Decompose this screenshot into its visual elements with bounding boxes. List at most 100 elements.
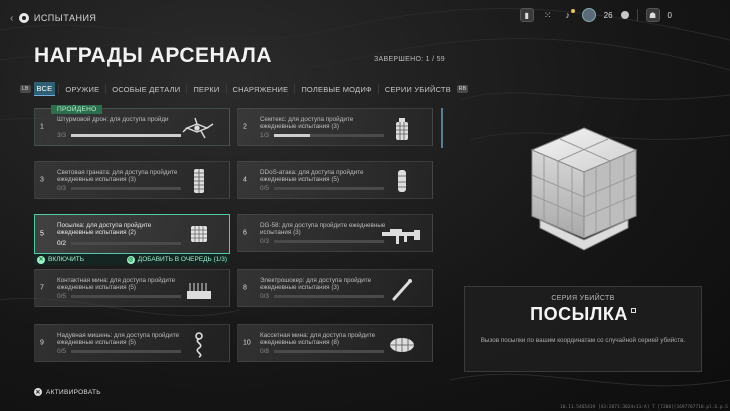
reward-number: 1 bbox=[40, 123, 44, 131]
add-to-queue-label: ДОБАВИТЬ В ОЧЕРЕДЬ (1/3) bbox=[137, 256, 227, 263]
tab-field-upgrades[interactable]: ПОЛЕВЫЕ МОДИФ bbox=[298, 83, 374, 96]
build-version-text: 10.11.5465419 [43:2071:3024+11:A] Т [720… bbox=[560, 405, 728, 410]
progress-bar bbox=[274, 350, 384, 353]
tab-all[interactable]: ВСЕ bbox=[33, 82, 56, 96]
reward-title: Кассетная мина: для доступа пройдите еже… bbox=[260, 332, 376, 346]
divider bbox=[186, 84, 188, 94]
progress-bar bbox=[71, 187, 181, 190]
reward-card-decoy[interactable]: 9 Надувная мишень: для доступа пройдите … bbox=[34, 324, 230, 362]
tab-perks[interactable]: ПЕРКИ bbox=[190, 83, 222, 96]
reward-title: DDoS-атака: для доступа пройдите ежеднев… bbox=[260, 169, 364, 183]
progress-bar bbox=[274, 240, 384, 243]
reward-progress: 0/5 bbox=[57, 293, 67, 300]
reward-card-taser[interactable]: 8 Электрошокер: для доступа пройдите еже… bbox=[237, 269, 433, 307]
progress-bar bbox=[71, 134, 181, 137]
reward-number: 6 bbox=[243, 229, 247, 237]
reward-card-care-package[interactable]: 5 Посылка: для доступа пройдите ежедневн… bbox=[34, 214, 230, 254]
activate-button[interactable]: ✕ АКТИВИРОВАТЬ bbox=[34, 388, 101, 396]
progress-bar bbox=[71, 350, 181, 353]
reward-number: 7 bbox=[40, 284, 44, 292]
chevron-left-icon: ‹ bbox=[10, 12, 14, 24]
lock-icon bbox=[630, 308, 636, 313]
reward-title: Электрошокер: для доступа пройдите ежедн… bbox=[260, 277, 372, 291]
reward-name: ПОСЫЛКА bbox=[465, 304, 701, 325]
reward-type-label: СЕРИЯ УБИЙСТВ bbox=[551, 295, 615, 302]
back-label: ИСПЫТАНИЯ bbox=[33, 13, 97, 23]
controller-b-button-icon bbox=[18, 13, 29, 23]
list-scrollbar[interactable] bbox=[441, 108, 443, 148]
reward-card-flash-grenade[interactable]: 3 Световая граната: для доступа пройдите… bbox=[34, 161, 230, 199]
reward-title: Семтекс: для доступа пройдите ежедневные… bbox=[260, 116, 354, 130]
reward-card-drone[interactable]: ПРОЙДЕНО 1 Штурмовой дрон: для доступа п… bbox=[34, 105, 230, 146]
taser-icon bbox=[392, 279, 412, 301]
controller-a-button-icon: ✕ bbox=[34, 388, 42, 396]
selected-card-actions: ✕ ВКЛЮЧИТЬ ◎ ДОБАВИТЬ В ОЧЕРЕДЬ (1/3) bbox=[34, 254, 230, 265]
reward-progress: 0/8 bbox=[260, 348, 270, 355]
party-icon[interactable]: ☗ bbox=[645, 8, 660, 22]
tab-weapons[interactable]: ОРУЖИЕ bbox=[62, 83, 102, 96]
activate-label: АКТИВИРОВАТЬ bbox=[46, 388, 101, 396]
reward-card-cluster-mine[interactable]: 10 Кассетная мина: для доступа пройдите … bbox=[237, 324, 433, 362]
add-to-queue-button[interactable]: ◎ ДОБАВИТЬ В ОЧЕРЕДЬ (1/3) bbox=[126, 255, 227, 264]
reward-progress: 0/3 bbox=[260, 238, 270, 245]
reward-number: 2 bbox=[243, 123, 247, 131]
reward-progress: 0/2 bbox=[57, 240, 67, 247]
controller-y-button-icon: ◎ bbox=[126, 255, 135, 264]
mine-icon bbox=[187, 283, 211, 299]
rb-key-icon[interactable]: RB bbox=[456, 85, 469, 93]
divider bbox=[105, 84, 107, 94]
reward-number: 8 bbox=[243, 284, 247, 292]
status-badge: ПРОЙДЕНО bbox=[51, 105, 103, 114]
grid-menu-icon[interactable]: ⁙ bbox=[542, 9, 554, 21]
progress-fill bbox=[71, 134, 181, 137]
tab-special-items[interactable]: ОСОБЫЕ ДЕТАЛИ bbox=[109, 83, 183, 96]
divider bbox=[377, 84, 379, 94]
cluster-mine-icon bbox=[390, 338, 414, 352]
decoy-icon bbox=[195, 332, 203, 358]
reward-number: 10 bbox=[243, 339, 251, 347]
category-tabs: LB ВСЕ ОРУЖИЕ ОСОБЫЕ ДЕТАЛИ ПЕРКИ СНАРЯЖ… bbox=[20, 82, 469, 96]
reward-card-ddos[interactable]: 4 DDoS-атака: для доступа пройдите ежедн… bbox=[237, 161, 433, 199]
controller-menu-icon[interactable]: ▮ bbox=[519, 8, 534, 22]
reward-number: 3 bbox=[40, 176, 44, 184]
progress-bar bbox=[71, 242, 181, 245]
reward-title: Надувная мишень: для доступа пройдите еж… bbox=[57, 332, 180, 346]
reward-name-text: ПОСЫЛКА bbox=[530, 304, 628, 324]
reward-detail-panel: СЕРИЯ УБИЙСТВ ПОСЫЛКА Вызов посылки по в… bbox=[464, 286, 702, 372]
completion-counter: ЗАВЕРШЕНО: 1 / 59 bbox=[374, 56, 445, 63]
care-package-preview-image bbox=[530, 127, 638, 251]
notification-bell-icon[interactable]: ♪ bbox=[562, 9, 575, 21]
divider bbox=[58, 84, 60, 94]
reward-number: 5 bbox=[40, 230, 44, 238]
progress-bar bbox=[274, 187, 384, 190]
reward-card-semtex[interactable]: 2 Семтекс: для доступа пройдите ежедневн… bbox=[237, 108, 433, 146]
drone-icon bbox=[182, 117, 214, 139]
reward-title: Контактная мина: для доступа пройдите еж… bbox=[57, 277, 176, 291]
divider bbox=[225, 84, 227, 94]
semtex-icon bbox=[396, 118, 408, 140]
divider bbox=[636, 9, 638, 21]
tab-equipment[interactable]: СНАРЯЖЕНИЕ bbox=[230, 83, 292, 96]
reward-progress: 3/3 bbox=[57, 132, 67, 139]
tab-killstreaks[interactable]: СЕРИИ УБИЙСТВ bbox=[382, 83, 454, 96]
lb-key-icon[interactable]: LB bbox=[20, 85, 31, 93]
reward-title: Посылка: для доступа пройдите ежедневные… bbox=[57, 222, 152, 236]
page-title: НАГРАДЫ АРСЕНАЛА bbox=[34, 44, 273, 67]
care-package-icon bbox=[191, 226, 207, 242]
reward-progress: 0/3 bbox=[57, 185, 67, 192]
profile-icon[interactable] bbox=[620, 11, 629, 19]
reward-progress: 0/5 bbox=[260, 185, 270, 192]
progress-bar bbox=[71, 295, 181, 298]
progress-bar bbox=[274, 295, 384, 298]
reward-title: Штурмовой дрон: для доступа пройди bbox=[57, 116, 169, 123]
reward-card-proximity-mine[interactable]: 7 Контактная мина: для доступа пройдите … bbox=[34, 269, 230, 307]
reward-description: Вызов посылки по вашим координатам со сл… bbox=[480, 337, 686, 344]
reward-number: 4 bbox=[243, 176, 247, 184]
flash-grenade-icon bbox=[194, 169, 204, 193]
reward-card-dg58[interactable]: 6 DG-58: для доступа пройдите ежедневные… bbox=[237, 214, 433, 252]
back-button[interactable]: ‹ ИСПЫТАНИЯ bbox=[10, 13, 96, 24]
enable-button[interactable]: ✕ ВКЛЮЧИТЬ bbox=[37, 255, 84, 264]
controller-x-button-icon: ✕ bbox=[37, 255, 45, 264]
reward-progress: 0/3 bbox=[260, 293, 270, 300]
divider bbox=[294, 84, 296, 94]
